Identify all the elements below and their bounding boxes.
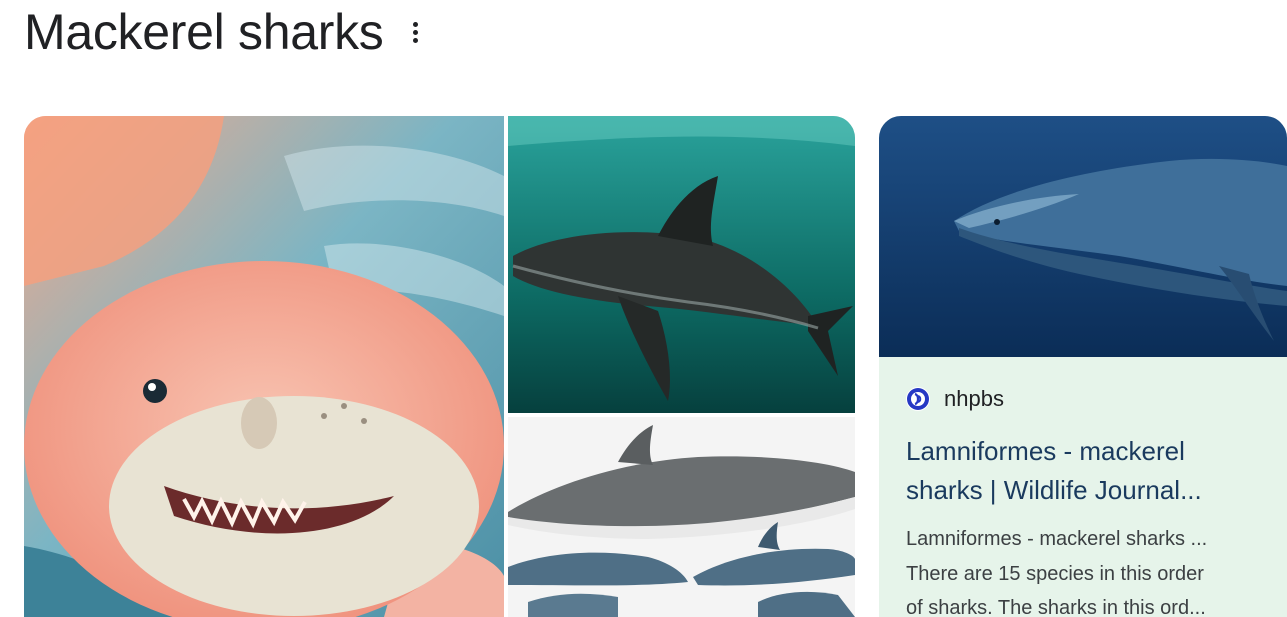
page: Mackerel sharks nhpbs Lamniformes - mack… xyxy=(0,0,1287,617)
card-snippet: Lamniformes - mackerel sharks ... There … xyxy=(906,522,1266,617)
image-sharks-white-bg[interactable] xyxy=(508,417,855,617)
card-body: nhpbs Lamniformes - mackerel sharks | Wi… xyxy=(906,384,1266,617)
title-row: Mackerel sharks xyxy=(24,0,426,64)
pink-shark-image xyxy=(24,116,504,617)
image-great-white-teal[interactable] xyxy=(508,116,855,413)
pbs-logo-icon xyxy=(906,387,930,411)
source-row: nhpbs xyxy=(906,384,1266,414)
snippet-line: Lamniformes - mackerel sharks ... xyxy=(906,528,1208,550)
sharks-white-image xyxy=(508,417,855,617)
card-title-line: sharks | Wildlife Journal... xyxy=(906,475,1202,505)
teal-shark-image xyxy=(508,116,855,413)
result-card[interactable]: nhpbs Lamniformes - mackerel sharks | Wi… xyxy=(879,116,1287,617)
source-name: nhpbs xyxy=(944,386,1004,411)
more-vert-icon-dot xyxy=(413,29,418,35)
card-shark-image xyxy=(879,116,1287,357)
snippet-line: of sharks. The sharks in this ord... xyxy=(906,597,1206,617)
page-title: Mackerel sharks xyxy=(24,4,384,60)
image-pink-furry-shark[interactable] xyxy=(24,116,504,617)
card-title[interactable]: Lamniformes - mackerel sharks | Wildlife… xyxy=(906,432,1266,510)
more-vert-icon xyxy=(413,21,418,27)
more-vert-icon-dot xyxy=(413,37,418,43)
snippet-line: There are 15 species in this order xyxy=(906,562,1204,585)
more-options-button[interactable] xyxy=(406,14,426,50)
card-title-line: Lamniformes - mackerel xyxy=(906,436,1185,466)
